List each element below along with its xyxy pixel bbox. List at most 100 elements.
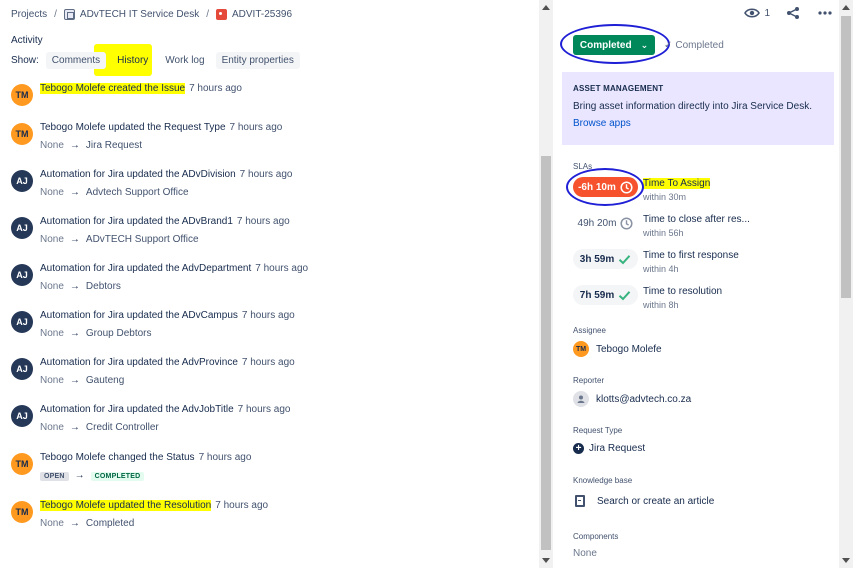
breadcrumb-issue-key[interactable]: ADVIT-25396: [232, 9, 292, 20]
activity-text: Automation for Jira updated the AdvJobTi…: [40, 404, 234, 415]
activity-text: Automation for Jira updated the ADvBrand…: [40, 216, 233, 227]
new-value: Jira Request: [85, 140, 143, 151]
activity-time[interactable]: 7 hours ago: [238, 404, 291, 415]
request-type-label: Request Type: [573, 426, 623, 435]
arrow-icon: →: [69, 518, 80, 529]
asset-description: Bring asset information directly into Ji…: [573, 101, 812, 112]
sla-timer: 7h 59m: [573, 285, 638, 305]
user-avatar[interactable]: AJ: [11, 405, 33, 427]
new-value: Credit Controller: [85, 422, 159, 433]
change-values: None → Debtors: [40, 281, 308, 292]
assignee-avatar: TM: [573, 341, 589, 357]
activity-scrollbar[interactable]: [539, 0, 553, 568]
user-avatar[interactable]: TM: [11, 84, 33, 106]
sla-time-value: 3h 59m: [579, 253, 615, 265]
check-icon: ✓: [664, 40, 673, 51]
user-avatar[interactable]: TM: [11, 453, 33, 475]
change-values: None → Group Debtors: [40, 328, 295, 339]
sla-goal: within 4h: [643, 264, 679, 274]
activity-time[interactable]: 7 hours ago: [242, 357, 295, 368]
share-button[interactable]: [786, 6, 800, 20]
sla-title: Time to first response: [643, 250, 739, 261]
browse-apps-link[interactable]: Browse apps: [573, 118, 823, 129]
new-value: Debtors: [85, 281, 121, 292]
scroll-up-arrow-icon[interactable]: [542, 5, 550, 10]
knowledge-base-search[interactable]: Search or create an article: [573, 495, 714, 507]
change-values: None → Gauteng: [40, 375, 295, 386]
user-avatar[interactable]: AJ: [11, 264, 33, 286]
new-value: ADvTECH Support Office: [85, 234, 199, 245]
old-value: None: [40, 187, 64, 198]
sla-row[interactable]: 7h 59m Time to resolution within 8h: [573, 285, 722, 310]
request-type-field[interactable]: + Jira Request: [573, 443, 645, 454]
new-value: Group Debtors: [85, 328, 152, 339]
resolution-status: ✓ Completed: [664, 40, 724, 51]
sla-row[interactable]: 3h 59m Time to first response within 4h: [573, 249, 739, 274]
breadcrumb-project[interactable]: ADvTECH IT Service Desk: [80, 9, 199, 20]
activity-filter-bar: Show: Comments History Work log Entity p…: [11, 52, 305, 69]
old-value: None: [40, 234, 64, 245]
arrow-icon: →: [69, 422, 80, 433]
sla-title: Time To Assign: [643, 178, 711, 189]
activity-time[interactable]: 7 hours ago: [189, 83, 242, 94]
change-values: None → ADvTECH Support Office: [40, 234, 290, 245]
filter-history[interactable]: History: [111, 52, 154, 69]
annotation-circle-status: [560, 24, 670, 64]
activity-time[interactable]: 7 hours ago: [240, 169, 293, 180]
assignee-label: Assignee: [573, 326, 606, 335]
sla-time-value: 7h 59m: [579, 289, 615, 301]
user-avatar[interactable]: TM: [11, 123, 33, 145]
activity-text: Automation for Jira updated the ADvDivis…: [40, 169, 236, 180]
arrow-icon: →: [69, 375, 80, 386]
arrow-icon: →: [69, 234, 80, 245]
activity-panel: Projects / ADvTECH IT Service Desk / ADV…: [0, 0, 537, 568]
more-actions-button[interactable]: [818, 11, 832, 15]
breadcrumb-projects[interactable]: Projects: [11, 9, 47, 20]
scroll-up-arrow-icon[interactable]: [842, 5, 850, 10]
arrow-icon: →: [74, 470, 85, 481]
status-lozenge-open: OPEN: [40, 472, 69, 481]
issue-type-icon: [215, 9, 227, 20]
status-lozenge-completed: COMPLETED: [90, 472, 145, 481]
activity-time[interactable]: 7 hours ago: [237, 216, 290, 227]
scrollbar-thumb[interactable]: [841, 16, 851, 298]
activity-entry: AJ Automation for Jira updated the AdvDep…: [11, 263, 308, 292]
assignee-field[interactable]: TM Tebogo Molefe: [573, 341, 662, 357]
sla-goal: within 30m: [643, 192, 687, 202]
change-values: OPEN → COMPLETED: [40, 470, 251, 481]
filter-work-log[interactable]: Work log: [159, 52, 210, 69]
book-icon: [575, 495, 585, 507]
activity-time[interactable]: 7 hours ago: [255, 263, 308, 274]
activity-text: Automation for Jira updated the ADvCampu…: [40, 310, 238, 321]
scrollbar-thumb[interactable]: [541, 156, 551, 550]
activity-text: Tebogo Molefe changed the Status: [40, 452, 195, 463]
details-scrollbar[interactable]: [839, 0, 853, 568]
sla-time-value: 49h 20m: [577, 217, 617, 229]
filter-entity-properties[interactable]: Entity properties: [215, 52, 300, 69]
arrow-icon: →: [69, 187, 80, 198]
activity-time[interactable]: 7 hours ago: [199, 452, 252, 463]
activity-time[interactable]: 7 hours ago: [242, 310, 295, 321]
user-avatar[interactable]: AJ: [11, 311, 33, 333]
filter-comments[interactable]: Comments: [45, 52, 107, 69]
user-avatar[interactable]: AJ: [11, 217, 33, 239]
scroll-down-arrow-icon[interactable]: [842, 558, 850, 563]
change-values: None → Completed: [40, 518, 268, 529]
user-avatar[interactable]: AJ: [11, 170, 33, 192]
old-value: None: [40, 422, 64, 433]
activity-time[interactable]: 7 hours ago: [230, 122, 283, 133]
arrow-icon: →: [69, 140, 80, 151]
activity-text: Tebogo Molefe updated the Request Type: [40, 122, 226, 133]
activity-time[interactable]: 7 hours ago: [215, 500, 268, 511]
new-value: Gauteng: [85, 375, 125, 386]
user-avatar[interactable]: TM: [11, 501, 33, 523]
components-value[interactable]: None: [573, 548, 597, 559]
user-avatar[interactable]: AJ: [11, 358, 33, 380]
sla-title: Time to close after res...: [643, 214, 750, 225]
sla-row[interactable]: 49h 20m Time to close after res... within …: [573, 213, 750, 238]
sla-title: Time to resolution: [643, 286, 723, 297]
watch-button[interactable]: 1: [744, 7, 770, 19]
scroll-down-arrow-icon[interactable]: [542, 558, 550, 563]
change-values: None → Jira Request: [40, 140, 282, 151]
reporter-field[interactable]: klotts@advtech.co.za: [573, 391, 691, 407]
